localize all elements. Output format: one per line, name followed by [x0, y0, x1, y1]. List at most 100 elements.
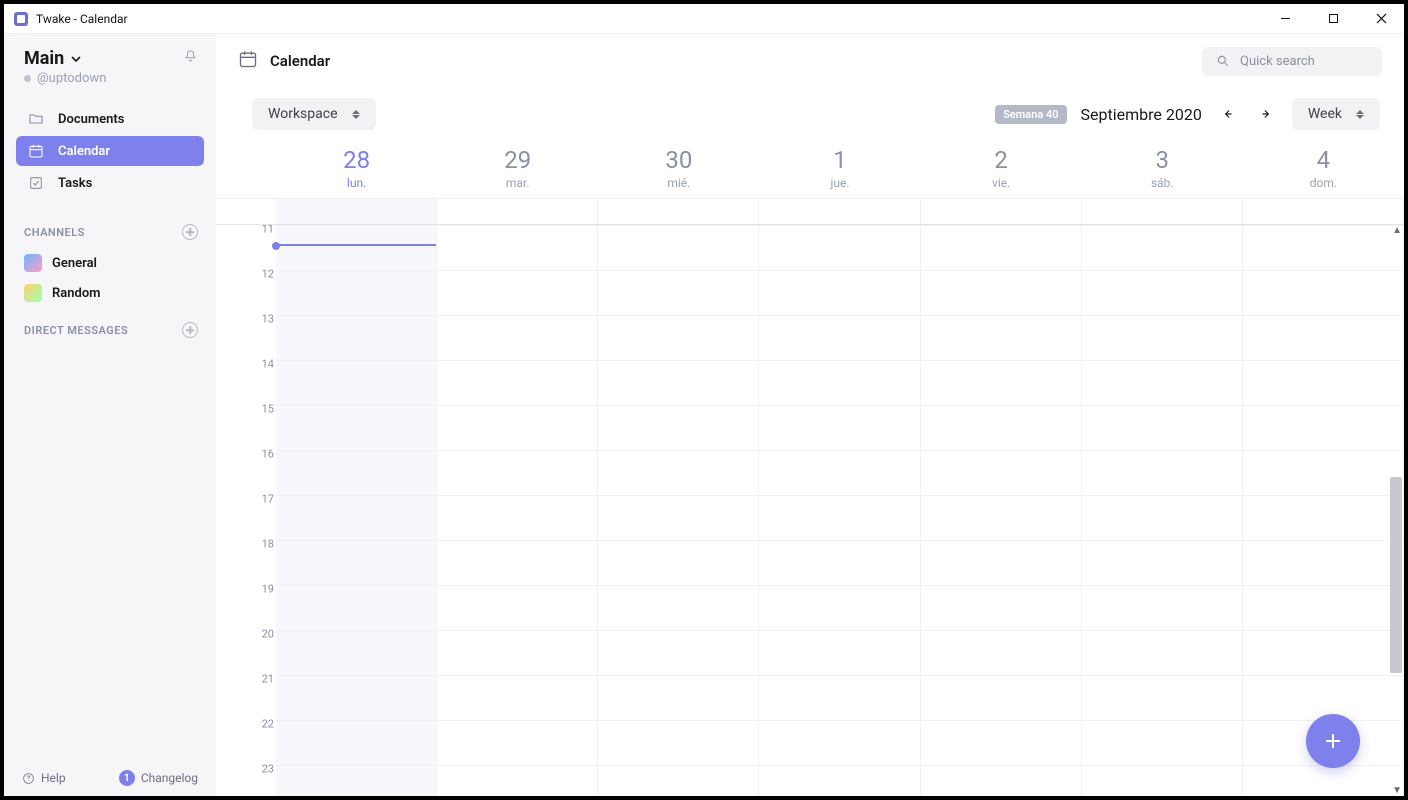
hour-label: 20 — [262, 628, 274, 641]
window-minimize-button[interactable] — [1270, 4, 1300, 34]
hour-label: 15 — [262, 403, 274, 416]
scroll-up-icon: ▲ — [1392, 225, 1402, 236]
scrollbar-thumb[interactable] — [1390, 477, 1402, 673]
changelog-badge: 1 — [119, 770, 135, 786]
day-number: 3 — [1082, 146, 1243, 174]
day-number: 30 — [598, 146, 759, 174]
notifications-button[interactable] — [183, 49, 198, 68]
hour-gridline — [276, 540, 1404, 541]
hour-label: 22 — [262, 718, 274, 731]
window-maximize-button[interactable] — [1318, 4, 1348, 34]
scroll-down-icon: ▼ — [1392, 785, 1402, 796]
channel-icon — [24, 254, 42, 272]
allday-cell[interactable] — [276, 199, 437, 225]
scrollbar[interactable]: ▲ ▼ — [1388, 225, 1404, 796]
hour-gridline — [276, 270, 1404, 271]
hour-gridline — [276, 315, 1404, 316]
hour-label: 17 — [262, 493, 274, 506]
day-name: lun. — [276, 176, 437, 190]
hour-label: 14 — [262, 358, 274, 371]
hour-gridline — [276, 405, 1404, 406]
hour-gridline — [276, 630, 1404, 631]
chevron-down-icon — [70, 53, 82, 65]
add-channel-button[interactable] — [182, 224, 198, 240]
hour-label: 13 — [262, 313, 274, 326]
day-header[interactable]: 3 sáb. — [1082, 140, 1243, 198]
hours-gutter: 11121314151617181920212223 — [252, 225, 276, 796]
search-icon — [1216, 54, 1230, 68]
allday-cell[interactable] — [921, 199, 1082, 225]
day-header[interactable]: 1 jue. — [759, 140, 920, 198]
calendar-filter-dropdown[interactable]: Workspace — [252, 98, 376, 130]
current-month-label: Septiembre 2020 — [1081, 105, 1202, 124]
channel-general[interactable]: General — [4, 248, 216, 278]
day-column[interactable] — [437, 225, 598, 796]
direct-messages-section-label: DIRECT MESSAGES — [24, 324, 128, 337]
page-title: Calendar — [270, 52, 330, 70]
allday-cell[interactable] — [759, 199, 920, 225]
changelog-label: Changelog — [141, 771, 198, 785]
day-column[interactable] — [1082, 225, 1243, 796]
day-column[interactable] — [759, 225, 920, 796]
day-column[interactable] — [921, 225, 1082, 796]
channel-random[interactable]: Random — [4, 278, 216, 308]
week-number-badge: Semana 40 — [995, 105, 1066, 124]
day-number: 2 — [921, 146, 1082, 174]
current-time-indicator — [276, 244, 436, 246]
channels-section-label: CHANNELS — [24, 226, 85, 239]
day-name: jue. — [759, 176, 920, 190]
sidebar-item-calendar[interactable]: Calendar — [16, 136, 204, 166]
day-header[interactable]: 4dom. — [1243, 140, 1404, 198]
help-label: Help — [41, 771, 66, 785]
day-name: sáb. — [1082, 176, 1243, 190]
sidebar-item-tasks[interactable]: Tasks — [16, 168, 204, 198]
bell-icon — [183, 49, 198, 64]
next-week-button[interactable] — [1254, 102, 1278, 126]
hour-gridline — [276, 225, 1404, 226]
calendar-grid[interactable] — [276, 225, 1404, 796]
day-name: mié. — [598, 176, 759, 190]
filter-label: Workspace — [268, 106, 338, 122]
day-column[interactable] — [276, 225, 437, 796]
day-column[interactable] — [598, 225, 759, 796]
search-input[interactable]: Quick search — [1202, 47, 1382, 76]
day-header[interactable]: 30 mié. — [598, 140, 759, 198]
allday-cell[interactable] — [1082, 199, 1243, 225]
window-close-button[interactable] — [1366, 4, 1396, 34]
hour-label: 16 — [262, 448, 274, 461]
day-name: vie. — [921, 176, 1082, 190]
changelog-link[interactable]: 1 Changelog — [119, 770, 198, 786]
day-number: 1 — [759, 146, 920, 174]
workspace-switcher[interactable]: Main — [24, 48, 82, 69]
view-mode-label: Week — [1308, 106, 1342, 122]
channel-label: General — [52, 256, 97, 271]
day-number: 29 — [437, 146, 598, 174]
allday-cell[interactable] — [598, 199, 759, 225]
allday-cell[interactable] — [437, 199, 598, 225]
day-column[interactable] — [1243, 225, 1404, 796]
day-header[interactable]: 28lun. — [276, 140, 437, 198]
window-titlebar: Twake - Calendar — [4, 4, 1404, 34]
day-name: dom. — [1243, 176, 1404, 190]
help-icon — [22, 772, 35, 785]
day-header[interactable]: 2 vie. — [921, 140, 1082, 198]
help-link[interactable]: Help — [22, 771, 66, 785]
arrow-left-icon — [1221, 107, 1235, 121]
view-mode-dropdown[interactable]: Week — [1292, 98, 1380, 130]
add-event-fab[interactable] — [1306, 714, 1360, 768]
calendar-icon — [238, 49, 258, 73]
day-header[interactable]: 29mar. — [437, 140, 598, 198]
add-dm-button[interactable] — [182, 322, 198, 338]
nav-label: Documents — [58, 112, 124, 127]
main-panel: Calendar Quick search Workspace Semana 4… — [216, 34, 1404, 796]
tasks-icon — [28, 175, 44, 191]
prev-week-button[interactable] — [1216, 102, 1240, 126]
arrow-right-icon — [1259, 107, 1273, 121]
presence-dot-icon — [24, 75, 31, 82]
select-icon — [1356, 110, 1364, 119]
hour-gridline — [276, 720, 1404, 721]
hour-label: 19 — [262, 583, 274, 596]
channel-icon — [24, 284, 42, 302]
sidebar-item-documents[interactable]: Documents — [16, 104, 204, 134]
allday-cell[interactable] — [1243, 199, 1404, 225]
